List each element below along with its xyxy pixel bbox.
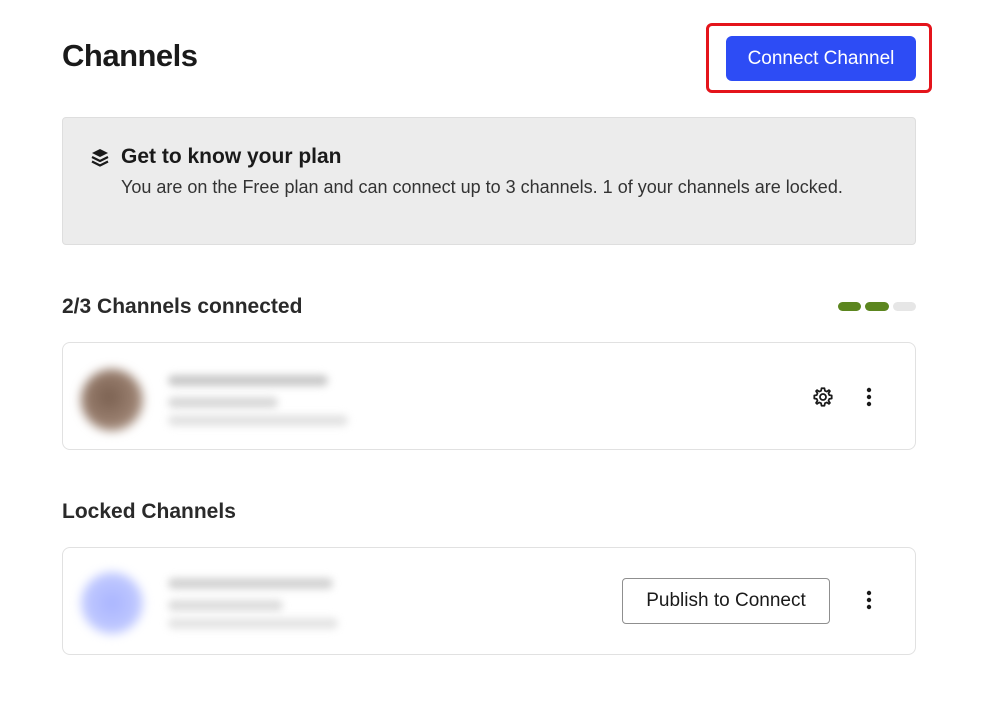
page-title: Channels [62, 38, 198, 73]
plan-info-banner: Get to know your plan You are on the Fre… [62, 117, 916, 245]
connected-channels-heading: 2/3 Channels connected [62, 295, 303, 318]
channel-avatar [81, 369, 143, 431]
connect-channel-button[interactable]: Connect Channel [726, 36, 916, 81]
progress-segment-filled [838, 302, 862, 311]
locked-channel-card: Publish to Connect [62, 547, 916, 655]
connected-channel-card [62, 342, 916, 450]
locked-channels-heading: Locked Channels [62, 500, 236, 523]
channel-meta-blurred [168, 415, 348, 426]
channel-name-blurred [168, 375, 328, 386]
channel-subtitle-blurred [168, 600, 283, 611]
gear-icon[interactable] [811, 385, 835, 409]
progress-segment-empty [892, 302, 916, 311]
channels-page: Channels Connect Channel Get to know you… [0, 0, 1000, 720]
layers-icon [91, 149, 109, 167]
channel-name-blurred [168, 578, 333, 589]
plan-description: You are on the Free plan and can connect… [121, 177, 843, 197]
progress-segment-filled [865, 302, 889, 311]
channel-avatar [81, 572, 143, 634]
more-vertical-icon[interactable] [857, 588, 881, 612]
channel-subtitle-blurred [168, 397, 278, 408]
channels-progress-indicator [838, 302, 916, 311]
channel-meta-blurred [168, 618, 338, 629]
publish-to-connect-button[interactable]: Publish to Connect [622, 578, 830, 624]
more-vertical-icon[interactable] [857, 385, 881, 409]
plan-title: Get to know your plan [121, 145, 342, 168]
